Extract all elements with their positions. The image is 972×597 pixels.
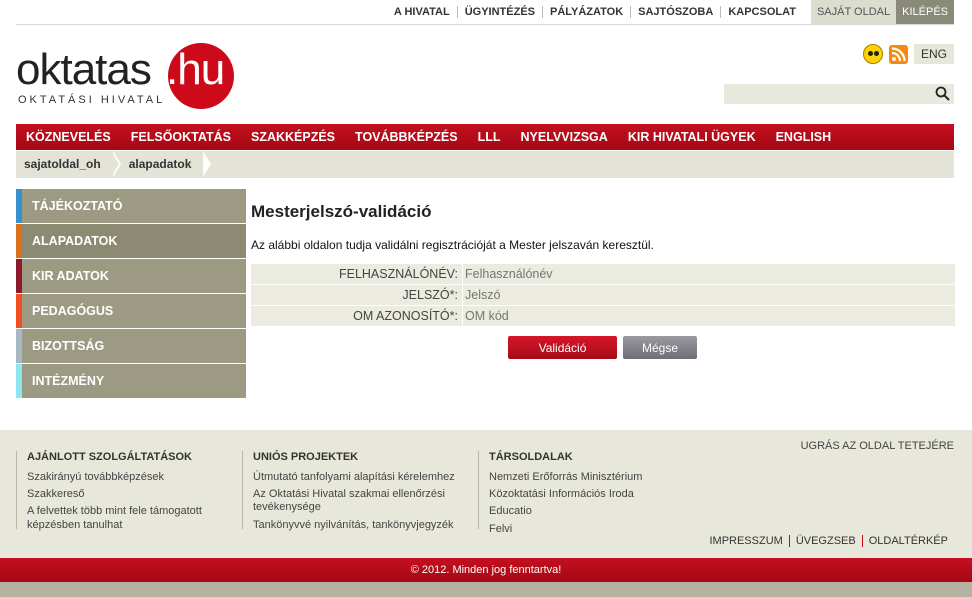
main-content: Mesterjelszó-validáció Az alábbi oldalon…: [251, 202, 955, 359]
top-utility-nav: A HIVATAL ÜGYINTÉZÉS PÁLYÁZATOK SAJTÓSZO…: [387, 0, 954, 24]
footer-link[interactable]: Szakkereső: [27, 488, 231, 501]
footer-link[interactable]: Felvi: [489, 523, 698, 536]
top-divider: [16, 24, 954, 25]
side-item-alapadatok[interactable]: ALAPADATOK: [16, 224, 246, 258]
nav-szakkepzes[interactable]: SZAKKÉPZÉS: [241, 130, 345, 144]
side-item-bizottsag[interactable]: BIZOTTSÁG: [16, 329, 246, 363]
nav-nyelvvizsga[interactable]: NYELVVIZSGA: [511, 130, 618, 144]
om-id-label: OM AZONOSÍTÓ*:: [251, 306, 462, 326]
footer-link[interactable]: Közoktatási Információs Iroda: [489, 488, 698, 501]
om-id-input[interactable]: [463, 306, 955, 326]
top-link-ugyintezes[interactable]: ÜGYINTÉZÉS: [456, 6, 542, 18]
site-logo[interactable]: oktatas .hu OKTATÁSI HIVATAL: [16, 40, 256, 112]
breadcrumb-sajatoldal[interactable]: sajatoldal_oh: [16, 151, 121, 178]
intro-text: Az alábbi oldalon tudja validálni regisz…: [251, 238, 654, 252]
footer-link[interactable]: Tankönyvvé nyilvánítás, tankönyvjegyzék: [253, 519, 467, 532]
footer-link[interactable]: A felvettek több mint fele támogatott ké…: [27, 505, 231, 531]
form-row-password: JELSZÓ*:: [251, 285, 955, 305]
top-link-a-hivatal[interactable]: A HIVATAL: [387, 6, 457, 18]
footer-link[interactable]: Educatio: [489, 505, 698, 518]
side-item-pedagogus[interactable]: PEDAGÓGUS: [16, 294, 246, 328]
language-switch[interactable]: ENG: [913, 44, 954, 64]
password-input[interactable]: [463, 285, 955, 305]
uvegzseb-link[interactable]: ÜVEGZSEB: [788, 535, 862, 547]
copyright-bar: © 2012. Minden jog fenntartva!: [0, 558, 972, 582]
footer-col-eu-projects: UNIÓS PROJEKTEK Útmutató tanfolyami alap…: [242, 451, 467, 532]
username-label: FELHASZNÁLÓNÉV:: [251, 264, 462, 284]
form-buttons: Validáció Mégse: [251, 336, 955, 359]
accessibility-icon[interactable]: [862, 44, 883, 64]
impresszum-link[interactable]: IMPRESSZUM: [703, 535, 788, 547]
footer-col-title: TÁRSOLDALAK: [489, 451, 573, 463]
search-box: [724, 84, 954, 104]
side-item-tajekoztato[interactable]: TÁJÉKOZTATÓ: [16, 189, 246, 223]
side-item-kir-adatok[interactable]: KIR ADATOK: [16, 259, 246, 293]
footer-col-services: AJÁNLOTT SZOLGÁLTATÁSOK Szakirányú továb…: [16, 451, 231, 531]
rss-icon[interactable]: [888, 44, 908, 64]
nav-tovabbkepzes[interactable]: TOVÁBBKÉPZÉS: [345, 130, 468, 144]
breadcrumb: sajatoldal_oh alapadatok: [16, 151, 954, 178]
logo-tld: .hu: [166, 45, 225, 94]
cancel-button[interactable]: Mégse: [623, 336, 697, 359]
footer-col-title: UNIÓS PROJEKTEK: [253, 451, 359, 463]
sajat-oldal-link[interactable]: SAJÁT OLDAL: [810, 0, 897, 24]
back-to-top-link[interactable]: UGRÁS AZ OLDAL TETEJÉRE: [801, 440, 954, 452]
username-input[interactable]: [463, 264, 955, 284]
top-link-palyazatok[interactable]: PÁLYÁZATOK: [542, 6, 630, 18]
footer-link[interactable]: Az Oktatási Hivatal szakmai ellenőrzési …: [253, 488, 467, 514]
logo-subtitle: OKTATÁSI HIVATAL: [18, 94, 166, 106]
logo-word: oktatas: [16, 45, 152, 94]
main-nav: KÖZNEVELÉS FELSŐOKTATÁS SZAKKÉPZÉS TOVÁB…: [16, 124, 954, 150]
logout-button[interactable]: KILÉPÉS: [896, 0, 954, 24]
side-menu: TÁJÉKOZTATÓ ALAPADATOK KIR ADATOK PEDAGÓ…: [16, 189, 246, 399]
header-tools: ENG: [862, 44, 954, 64]
form-row-om-id: OM AZONOSÍTÓ*:: [251, 306, 955, 326]
top-link-sajtoszoba[interactable]: SAJTÓSZOBA: [630, 6, 720, 18]
bottom-strip: [0, 582, 972, 597]
nav-koznevelés[interactable]: KÖZNEVELÉS: [16, 130, 121, 144]
search-icon[interactable]: [935, 86, 950, 106]
password-label: JELSZÓ*:: [251, 285, 462, 305]
footer: UGRÁS AZ OLDAL TETEJÉRE AJÁNLOTT SZOLGÁL…: [0, 430, 972, 558]
footer-link[interactable]: Útmutató tanfolyami alapítási kérelemhez: [253, 471, 467, 484]
breadcrumb-alapadatok[interactable]: alapadatok: [113, 151, 212, 178]
nav-english[interactable]: ENGLISH: [766, 130, 842, 144]
footer-link[interactable]: Nemzeti Erőforrás Minisztérium: [489, 471, 698, 484]
footer-bottom-links: IMPRESSZUM ÜVEGZSEB OLDALTÉRKÉP: [703, 535, 954, 547]
footer-link[interactable]: Szakirányú továbbképzések: [27, 471, 231, 484]
nav-kir-hivatali-ugyek[interactable]: KIR HIVATALI ÜGYEK: [618, 130, 766, 144]
nav-lll[interactable]: LLL: [468, 130, 511, 144]
search-input[interactable]: [724, 84, 929, 104]
form-row-username: FELHASZNÁLÓNÉV:: [251, 264, 955, 284]
validate-button[interactable]: Validáció: [508, 336, 617, 359]
footer-col-partner-sites: TÁRSOLDALAK Nemzeti Erőforrás Minisztéri…: [478, 451, 698, 535]
sitemap-link[interactable]: OLDALTÉRKÉP: [861, 535, 954, 547]
nav-felsooktatas[interactable]: FELSŐOKTATÁS: [121, 130, 241, 144]
footer-col-title: AJÁNLOTT SZOLGÁLTATÁSOK: [27, 451, 192, 463]
top-link-kapcsolat[interactable]: KAPCSOLAT: [720, 6, 803, 18]
side-item-intezmeny[interactable]: INTÉZMÉNY: [16, 364, 246, 398]
page-title: Mesterjelszó-validáció: [251, 202, 432, 221]
